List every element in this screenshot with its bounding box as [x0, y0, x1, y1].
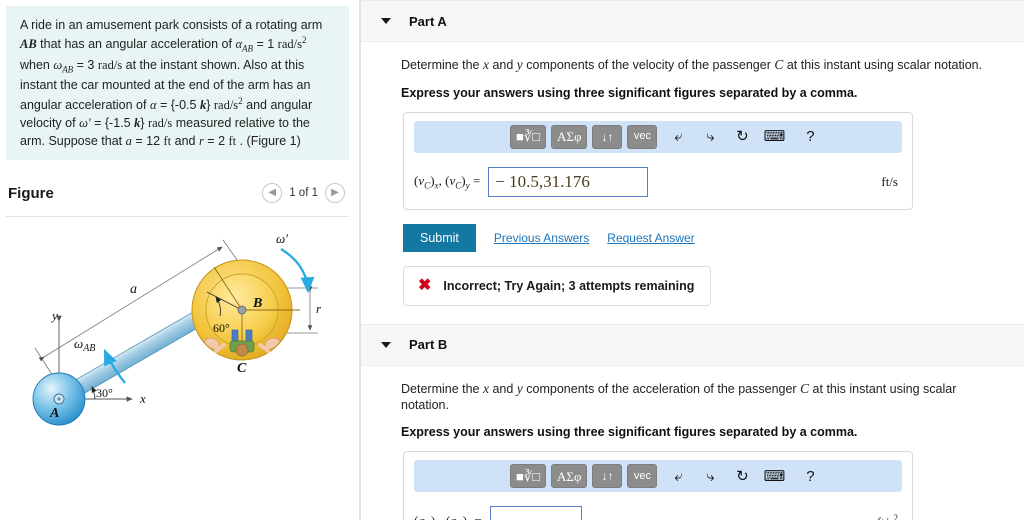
part-a-instruction: Express your answers using three signifi…: [401, 85, 858, 100]
undo-icon[interactable]: ⤶: [667, 126, 689, 148]
caret-down-icon[interactable]: [381, 341, 391, 348]
keyboard-icon[interactable]: ⌨: [763, 126, 786, 148]
label-omega-prime: ω′: [276, 231, 288, 246]
part-b-instruction: Express your answers using three signifi…: [401, 425, 858, 440]
figure-counter: 1 of 1: [289, 187, 318, 200]
help-icon[interactable]: ?: [799, 465, 821, 487]
part-b-header[interactable]: Part B: [361, 323, 1024, 366]
part-a-answer-input[interactable]: − 10.5,31.176: [488, 166, 649, 197]
part-a-math-toolbar: ■∛□ ΑΣφ ↓↑ vec ⤶ ⤷ ↻ ⌨ ?: [414, 120, 902, 153]
label-x: x: [139, 391, 146, 406]
template-radical-button[interactable]: ■∛□: [510, 124, 546, 149]
part-a-body: Determine the x and y components of the …: [361, 42, 1024, 306]
label-A: A: [49, 406, 59, 421]
label-a: a: [130, 282, 137, 297]
figure-header: Figure ◀ 1 of 1 ▶: [0, 178, 359, 208]
reset-icon[interactable]: ↻: [731, 465, 753, 487]
part-a-feedback-text: Incorrect; Try Again; 3 attempts remaini…: [443, 278, 695, 293]
vector-button[interactable]: vec: [627, 124, 658, 149]
vector-button[interactable]: vec: [627, 464, 658, 489]
chevron-right-icon[interactable]: ▶: [325, 183, 345, 204]
sort-arrows-button[interactable]: ↓↑: [592, 124, 623, 149]
chevron-left-icon[interactable]: ◀: [262, 183, 283, 204]
label-C: C: [237, 361, 247, 376]
part-a-answer-box: ■∛□ ΑΣφ ↓↑ vec ⤶ ⤷ ↻ ⌨ ? (vC)x, (vC)y = …: [403, 111, 913, 210]
label-omega-ab: ωAB: [74, 336, 95, 354]
x-mark-icon: ✖: [418, 276, 432, 294]
sort-arrows-button[interactable]: ↓↑: [592, 464, 623, 489]
figure-navigation: ◀ 1 of 1 ▶: [262, 183, 345, 204]
part-a-header[interactable]: Part A: [361, 0, 1024, 42]
reset-icon[interactable]: ↻: [731, 126, 753, 148]
part-a-answer-row: (vC)x, (vC)y = − 10.5,31.176 ft/s: [414, 166, 902, 197]
hub-b: [237, 305, 247, 315]
part-a-question: Determine the x and y components of the …: [401, 57, 983, 72]
part-a-request-answer-link[interactable]: Request Answer: [607, 231, 694, 245]
part-a-label: Part A: [409, 13, 447, 29]
part-b-math-toolbar: ■∛□ ΑΣφ ↓↑ vec ⤶ ⤷ ↻ ⌨ ?: [414, 460, 902, 493]
part-b-answer-box: ■∛□ ΑΣφ ↓↑ vec ⤶ ⤷ ↻ ⌨ ? (aC)x, (aC)y = …: [403, 451, 913, 520]
label-B: B: [252, 296, 262, 311]
label-30deg: 30°: [96, 386, 113, 400]
part-a-units: ft/s: [881, 173, 898, 189]
greek-symbols-button[interactable]: ΑΣφ: [551, 464, 588, 489]
label-60deg: 60°: [213, 321, 230, 335]
part-b-label: Part B: [409, 337, 448, 353]
undo-icon[interactable]: ⤶: [667, 465, 689, 487]
label-y: y: [50, 308, 58, 323]
part-b-question: Determine the x and y components of the …: [401, 380, 957, 413]
part-b-answer-input[interactable]: [489, 506, 582, 520]
part-b-units: ft/s2: [877, 512, 898, 520]
keyboard-icon[interactable]: ⌨: [763, 465, 786, 487]
part-a-answer-label: (vC)x, (vC)y =: [414, 172, 481, 191]
help-icon[interactable]: ?: [799, 126, 821, 148]
part-b-answer-label: (aC)x, (aC)y =: [414, 513, 482, 520]
template-radical-button[interactable]: ■∛□: [510, 464, 546, 489]
problem-page: A ride in an amusement park consists of …: [0, 0, 1024, 520]
part-b-answer-row: (aC)x, (aC)y = ft/s2: [414, 506, 902, 520]
figure-title: Figure: [8, 184, 54, 202]
redo-icon[interactable]: ⤷: [699, 126, 721, 148]
figure-diagram: a r 60° B C ω′ ωAB y x 30° A: [0, 217, 359, 473]
part-a-submit-button[interactable]: Submit: [403, 223, 476, 252]
part-b-body: Determine the x and y components of the …: [361, 366, 1024, 520]
part-a-submit-row: Submit Previous Answers Request Answer: [403, 223, 1004, 252]
right-panel: Part A Determine the x and y components …: [361, 0, 1024, 520]
redo-icon[interactable]: ⤷: [699, 465, 721, 487]
part-a-previous-answers-link[interactable]: Previous Answers: [494, 231, 589, 245]
label-r: r: [316, 301, 322, 316]
problem-statement: A ride in an amusement park consists of …: [6, 6, 349, 161]
part-a-feedback: ✖ Incorrect; Try Again; 3 attempts remai…: [403, 265, 711, 306]
greek-symbols-button[interactable]: ΑΣφ: [551, 124, 588, 149]
left-panel: A ride in an amusement park consists of …: [0, 0, 361, 520]
caret-down-icon[interactable]: [381, 18, 391, 24]
